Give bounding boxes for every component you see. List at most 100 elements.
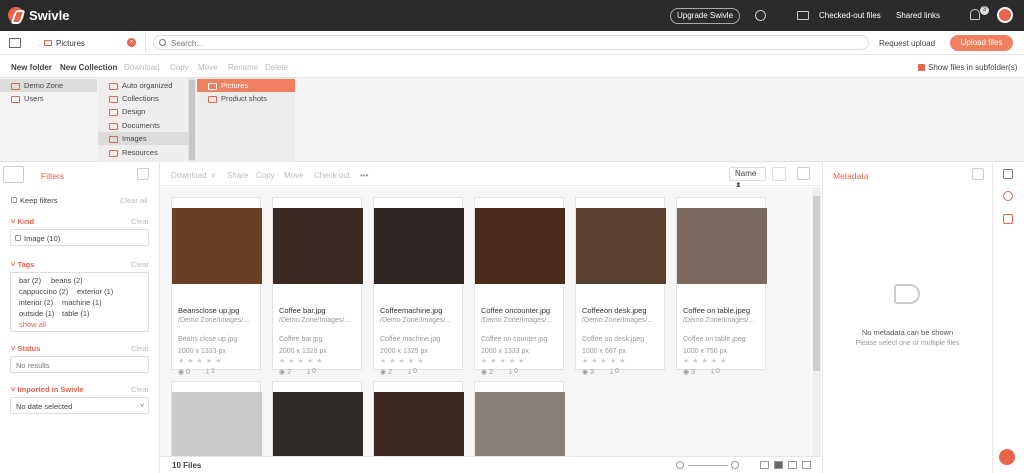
monitor-icon[interactable] [797, 11, 809, 20]
tree-item-pictures[interactable]: Pictures [197, 79, 295, 92]
file-thumbnail[interactable] [475, 208, 565, 284]
kind-filter-heading[interactable]: ˅ Kind [11, 217, 34, 226]
copy-button[interactable]: Copy [170, 63, 189, 72]
file-grid-scrollbar-thumb[interactable] [813, 196, 820, 371]
file-thumbnail[interactable] [576, 208, 666, 284]
view-large-grid-icon[interactable] [760, 461, 769, 469]
avatar[interactable] [997, 7, 1013, 23]
file-thumbnail[interactable] [677, 208, 767, 284]
imported-filter-heading[interactable]: ˅ Imported in Swivle [11, 385, 84, 394]
rating-stars[interactable]: ★★★★★ [178, 357, 224, 365]
zoom-in-icon[interactable] [731, 461, 739, 469]
file-card[interactable] [171, 381, 262, 456]
clear-tags-button[interactable]: Clear [131, 260, 149, 269]
swivle-logo-icon[interactable] [8, 7, 24, 23]
files-download-button[interactable]: Download [171, 171, 207, 180]
tag-machine[interactable]: machine (1) [62, 298, 102, 307]
sort-select[interactable]: Name ⬍ [729, 167, 766, 190]
tag-beans[interactable]: beans (2) [51, 276, 83, 285]
files-move-button[interactable]: Move [284, 171, 304, 180]
collapse-filters-icon[interactable] [137, 168, 149, 180]
history-icon[interactable] [1003, 191, 1013, 201]
file-thumbnail[interactable] [374, 208, 464, 284]
search-input[interactable] [171, 39, 771, 48]
delete-button[interactable]: Delete [265, 63, 288, 72]
tree-item-demo-zone[interactable]: Demo Zone [0, 79, 97, 92]
upload-files-button[interactable]: Upload files [950, 35, 1013, 51]
rename-button[interactable]: Rename [228, 63, 258, 72]
shared-links-link[interactable]: Shared links [896, 11, 940, 20]
rating-stars[interactable]: ★★★★★ [481, 357, 527, 365]
tree-item-collections[interactable]: Collections [98, 92, 188, 105]
toggle-panel-icon[interactable] [9, 38, 21, 48]
tree-item-design[interactable]: Design [98, 105, 188, 118]
file-card[interactable]: Coffee on table.jpeg/Demo Zone/Images/..… [676, 197, 767, 376]
tree-item-auto-organized[interactable]: Auto organized [98, 79, 188, 92]
chevron-down-icon[interactable]: ˅ [211, 171, 216, 180]
rating-stars[interactable]: ★★★★★ [380, 357, 426, 365]
tag-exterior[interactable]: exterior (1) [77, 287, 113, 296]
keep-filters-checkbox[interactable] [11, 197, 17, 203]
file-card[interactable]: Coffeemachine.jpg/Demo Zone/Images/... Co… [373, 197, 464, 376]
tags-filter-heading[interactable]: ˅ Tags [11, 260, 34, 269]
share-button[interactable]: Share [227, 171, 248, 180]
view-filmstrip-icon[interactable] [802, 461, 811, 469]
tree-item-product-shots[interactable]: Product shots [197, 92, 295, 105]
clear-kind-button[interactable]: Clear [131, 217, 149, 226]
tag-interior[interactable]: interior (2) [19, 298, 53, 307]
request-upload-button[interactable]: Request upload [879, 39, 935, 48]
file-card[interactable] [474, 381, 565, 456]
file-thumbnail[interactable] [172, 208, 262, 284]
tree-item-resources[interactable]: Resources [98, 146, 188, 159]
collapse-toolbar-icon[interactable] [797, 167, 810, 180]
file-card[interactable]: Coffee bar.jpg/Demo Zone/Images/... Coffe… [272, 197, 363, 376]
collapse-metadata-icon[interactable] [972, 168, 984, 180]
file-card[interactable]: Beansclose up.jpg/Demo Zone/Images/... Be… [171, 197, 262, 376]
clear-status-button[interactable]: Clear [131, 344, 149, 353]
checked-out-files-link[interactable]: Checked-out files [819, 11, 881, 20]
file-thumbnail[interactable] [273, 392, 363, 456]
tree-scrollbar-thumb[interactable] [189, 80, 195, 160]
file-card[interactable] [272, 381, 363, 456]
file-thumbnail[interactable] [172, 392, 262, 456]
tag-outside[interactable]: outside (1) [19, 309, 54, 318]
files-copy-button[interactable]: Copy [256, 171, 275, 180]
filter-settings-icon[interactable] [3, 166, 24, 183]
file-card[interactable]: Coffee oncounter.jpg/Demo Zone/Images/..… [474, 197, 565, 376]
file-card[interactable]: Coffeeon desk.jpeg/Demo Zone/Images/... C… [575, 197, 666, 376]
tag-bar[interactable]: bar (2) [19, 276, 41, 285]
more-options-icon[interactable]: ••• [360, 171, 368, 180]
globe-icon[interactable] [755, 10, 766, 21]
clear-all-button[interactable]: Clear all [120, 196, 148, 205]
chat-icon[interactable] [999, 449, 1015, 465]
zoom-out-icon[interactable] [676, 461, 684, 469]
show-subfolders-checkbox[interactable] [918, 64, 925, 71]
check-out-button[interactable]: Check out [314, 171, 350, 180]
tree-item-users[interactable]: Users [0, 92, 97, 105]
download-button[interactable]: Download [124, 63, 160, 72]
clear-location-icon[interactable]: × [127, 38, 136, 47]
tag-table[interactable]: table (1) [62, 309, 90, 318]
metadata-tab-icon[interactable] [1003, 169, 1013, 179]
tree-item-images[interactable]: Images [98, 132, 188, 145]
sort-direction-icon[interactable] [772, 167, 786, 181]
show-all-tags-link[interactable]: show all [19, 320, 46, 329]
clear-imported-button[interactable]: Clear [131, 385, 149, 394]
rating-stars[interactable]: ★★★★★ [279, 357, 325, 365]
file-thumbnail[interactable] [475, 392, 565, 456]
bell-icon[interactable] [970, 9, 980, 20]
tree-item-documents[interactable]: Documents [98, 119, 188, 132]
tag-cappuccino[interactable]: cappuccino (2) [19, 287, 68, 296]
file-thumbnail[interactable] [374, 392, 464, 456]
file-thumbnail[interactable] [273, 208, 363, 284]
new-folder-button[interactable]: New folder [11, 63, 52, 72]
file-card[interactable] [373, 381, 464, 456]
related-files-icon[interactable] [1003, 214, 1013, 224]
rating-stars[interactable]: ★★★★★ [683, 357, 729, 365]
upgrade-button[interactable]: Upgrade Swivle [670, 8, 740, 24]
new-collection-button[interactable]: New Collection [60, 63, 117, 72]
rating-stars[interactable]: ★★★★★ [582, 357, 628, 365]
move-button[interactable]: Move [198, 63, 218, 72]
zoom-slider[interactable] [688, 465, 728, 466]
view-grid-icon[interactable] [774, 461, 783, 469]
